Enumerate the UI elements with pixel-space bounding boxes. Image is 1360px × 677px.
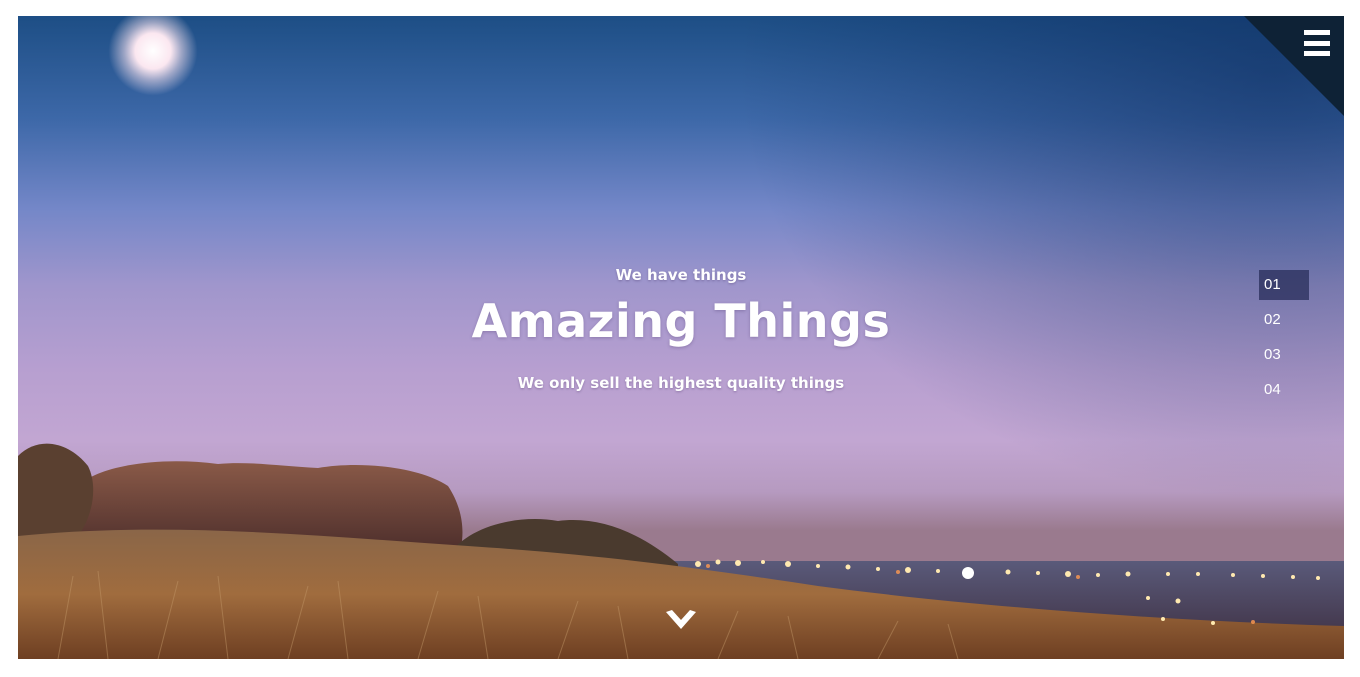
hamburger-menu-icon[interactable] [1304, 30, 1330, 56]
hero-section: We have things Amazing Things We only se… [18, 16, 1344, 659]
hero-text: We have things Amazing Things We only se… [18, 266, 1344, 392]
menu-bar [1304, 40, 1330, 46]
menu-bar [1304, 51, 1330, 56]
chevron-down-icon[interactable] [666, 610, 696, 630]
slide-nav-item-04[interactable]: 04 [1259, 375, 1309, 405]
hero-eyebrow: We have things [615, 266, 747, 284]
slide-nav-item-02[interactable]: 02 [1259, 305, 1309, 335]
slide-nav-item-01[interactable]: 01 [1259, 270, 1309, 300]
slide-nav: 01 02 03 04 [1259, 270, 1309, 410]
hero-tagline: We only sell the highest quality things [517, 374, 845, 392]
slide-nav-item-03[interactable]: 03 [1259, 340, 1309, 370]
menu-bar [1304, 30, 1330, 35]
hero-headline: Amazing Things [471, 294, 891, 348]
